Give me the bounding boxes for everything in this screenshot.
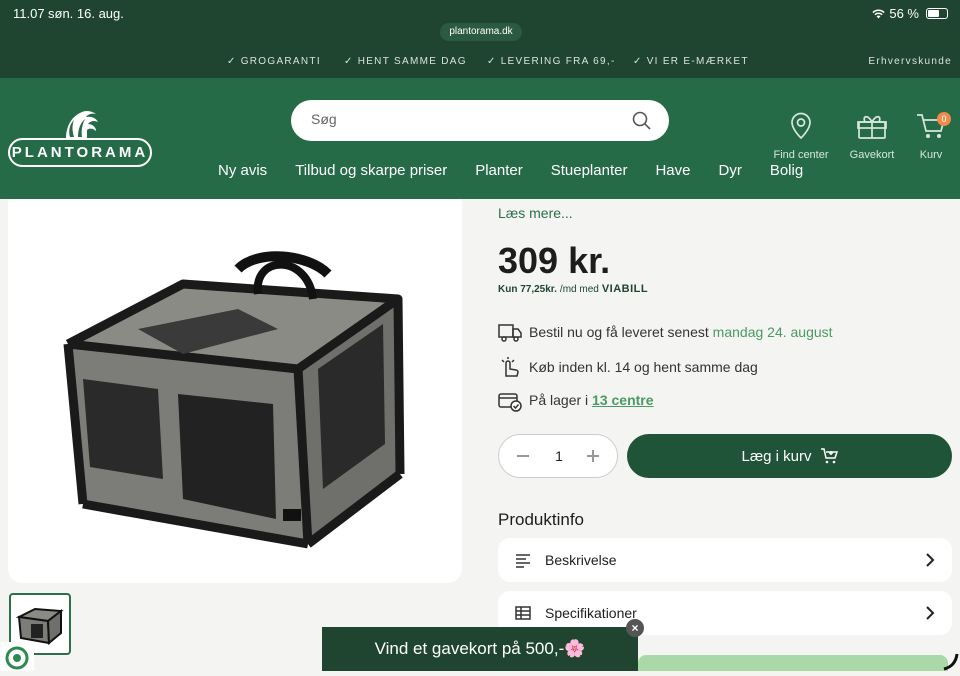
nav-item[interactable]: Have [655,162,690,179]
nav-item[interactable]: Dyr [719,162,742,179]
giftcard-promo-banner[interactable]: Vind et gavekort på 500,-🌸 [322,627,638,671]
pickup-text: Køb inden kl. 14 og hent samme dag [529,359,758,375]
usp-item: ✓ GROGARANTI [227,56,321,67]
quantity-value[interactable]: 1 [499,448,619,464]
cart-count-badge: 0 [937,112,951,126]
lion-logo-icon [66,110,98,138]
status-right: 56 % [872,6,948,21]
business-link[interactable]: Erhvervskunde [868,56,952,67]
delivery-info: Bestil nu og få leveret senest mandag 24… [498,320,833,344]
nav-item[interactable]: Ny avis [218,162,267,179]
close-icon[interactable]: × [626,619,644,637]
product-price: 309 kr. [498,240,611,281]
accordion-peek [638,655,948,671]
check-icon: ✓ [633,56,643,67]
stock-text: På lager i [529,392,589,408]
find-center-label: Find center [773,149,829,161]
add-to-cart-button[interactable]: Læg i kurv [627,434,952,478]
nav-item[interactable]: Bolig [770,162,803,179]
gift-card-label: Gavekort [849,149,895,161]
chevron-right-icon [926,606,935,620]
store-check-icon [498,393,522,412]
check-icon: ✓ [487,56,497,67]
description-accordion[interactable]: Beskrivelse [498,538,952,582]
stock-info: På lager i 13 centre [498,388,654,412]
chevron-right-icon [926,553,935,567]
search-input[interactable] [311,111,611,127]
description-label: Beskrivelse [545,552,617,568]
usp-item: ✓ LEVERING FRA 69,- [487,56,616,67]
nav-item[interactable]: Stueplanter [551,162,628,179]
status-time: 11.07 [13,6,45,21]
pickup-info: Køb inden kl. 14 og hent samme dag [498,355,758,379]
hand-click-icon [501,357,519,377]
scroll-corner-icon [943,653,959,671]
product-info-heading: Produktinfo [498,510,584,529]
delivery-date: mandag 24. august [712,324,833,340]
installment-info: Kun 77,25kr. /md med VIABILL [498,283,648,295]
nav-item[interactable]: Tilbud og skarpe priser [295,162,447,179]
usp-item: ✓ HENT SAMME DAG [344,56,467,67]
delivery-text: Bestil nu og få leveret senest [529,324,709,340]
search-icon[interactable] [632,111,651,130]
usp-bar: ✓ GROGARANTI ✓ HENT SAMME DAG ✓ LEVERING FR… [0,48,960,78]
wifi-icon [872,9,885,18]
main-nav: Ny avis Tilbud og skarpe priser Planter … [218,162,831,179]
address-bar[interactable]: plantorama.dk [440,23,522,41]
read-more-link[interactable]: Læs mere... [498,205,573,221]
logo[interactable]: PLANTORAMA [8,108,153,168]
status-date: søn. 16. aug. [48,6,124,21]
viabill-logo: VIABILL [601,283,649,295]
location-pin-icon [791,112,811,140]
cart-label: Kurv [919,149,943,161]
cookie-icon [5,646,29,670]
product-image-card[interactable] [8,199,462,583]
quantity-increase-button[interactable] [587,450,599,462]
stock-centers-link[interactable]: 13 centre [592,392,653,408]
cart-plus-icon [820,448,838,464]
search-bar[interactable] [291,100,669,141]
usp-item: ✓ VI ER E-MÆRKET [633,56,749,67]
pet-carrier-image [63,251,405,549]
table-icon [515,606,531,620]
installment-amount: Kun 77,25kr. [498,283,557,295]
status-bar: 11.07 søn. 16. aug. plantorama.dk 56 % [0,0,960,48]
battery-icon [926,8,948,19]
check-icon: ✓ [344,56,354,67]
gift-card-button[interactable]: Gavekort [848,112,896,161]
find-center-button[interactable]: Find center [772,112,830,161]
check-icon: ✓ [227,56,237,67]
installment-suffix: /md med [559,283,599,295]
text-lines-icon [516,554,530,568]
logo-text: PLANTORAMA [8,138,152,167]
delivery-truck-icon [498,324,522,342]
cookie-consent-button[interactable] [0,642,34,671]
battery-percent: 56 % [889,6,919,21]
description-snippet [498,185,948,199]
gift-icon [857,115,887,139]
nav-item[interactable]: Planter [475,162,523,179]
quantity-stepper: 1 [498,434,618,478]
add-to-cart-label: Læg i kurv [741,447,812,465]
specifications-label: Specifikationer [545,605,637,621]
